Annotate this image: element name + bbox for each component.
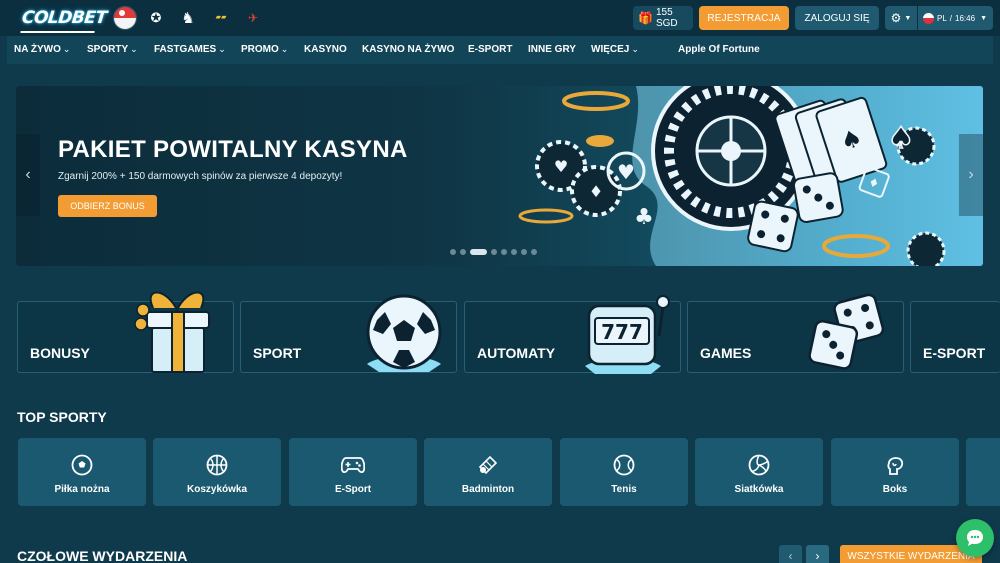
sport-tile-tennis[interactable]: Tenis xyxy=(560,438,688,506)
category-slots[interactable]: 777 AUTOMATY xyxy=(464,295,681,374)
nav-item-casino[interactable]: KASYNO xyxy=(304,44,347,55)
nav-item-more[interactable]: WIĘCEJ ⌄ xyxy=(591,44,639,55)
shuttlecock-icon xyxy=(476,453,500,477)
poland-flag-icon xyxy=(923,12,934,24)
carousel-dot[interactable] xyxy=(470,249,487,255)
svg-text:♦: ♦ xyxy=(589,182,603,201)
login-button[interactable]: ZALOGUJ SIĘ xyxy=(795,6,879,30)
nav-item-live-casino[interactable]: KASYNO NA ŻYWO xyxy=(362,44,454,55)
category-sport[interactable]: SPORT xyxy=(240,294,457,373)
svg-text:♠: ♠ xyxy=(888,121,915,156)
main-nav: NA ŻYWO ⌄ SPORTY ⌄ FASTGAMES ⌄ PROMO ⌄ KASYN… xyxy=(7,36,993,64)
carousel-dots xyxy=(450,249,537,255)
nav-item-apple-of-fortune[interactable]: Apple Of Fortune xyxy=(666,44,760,55)
claim-bonus-button[interactable]: ODBIERZ BONUS xyxy=(58,195,157,217)
top-sports-title: TOP SPORTY xyxy=(17,409,107,425)
top-bar: COLDBET ✪ ♞ ▰▰ ✈ 🎁 155 SGD REJESTRACJA Z… xyxy=(0,0,1000,36)
crash-game-icon[interactable]: ▰▰ xyxy=(208,7,234,29)
sport-tile-esport[interactable]: E-Sport xyxy=(289,438,417,506)
carousel-dot[interactable] xyxy=(511,249,517,255)
chevron-left-icon: ‹ xyxy=(788,549,793,563)
chevron-down-icon: ⌄ xyxy=(218,44,226,54)
category-games[interactable]: GAMES xyxy=(687,293,904,373)
category-esport[interactable]: E-SPORT xyxy=(910,301,1000,373)
sport-tile-soccer[interactable]: Piłka nożna xyxy=(18,438,146,506)
hero-prev-button[interactable]: ‹ xyxy=(16,134,40,216)
nav-item-other-games[interactable]: INNE GRY xyxy=(528,44,576,55)
top-events-title: CZOŁOWE WYDARZENIA xyxy=(17,548,188,563)
category-label: E-SPORT xyxy=(923,345,986,361)
chevron-down-icon: ⌄ xyxy=(280,44,289,54)
dice-icon xyxy=(808,293,885,370)
events-next-button[interactable]: › xyxy=(806,545,829,563)
hero-next-button[interactable]: › xyxy=(959,134,983,216)
carousel-dot[interactable] xyxy=(450,249,456,255)
chevron-right-icon: › xyxy=(968,166,974,183)
language-selector[interactable]: PL / 16:46 ▼ xyxy=(918,6,993,30)
balance-value: 155 SGD xyxy=(655,7,678,29)
nav-item-promo[interactable]: PROMO ⌄ xyxy=(241,44,288,55)
nav-item-live[interactable]: NA ŻYWO ⌄ xyxy=(14,44,70,55)
boxing-glove-icon xyxy=(883,453,907,477)
carousel-dot[interactable] xyxy=(531,249,537,255)
hero-subtitle: Zgarnij 200% + 150 darmowych spinów za p… xyxy=(58,171,343,182)
gift-icon xyxy=(134,291,210,373)
category-label: GAMES xyxy=(700,345,752,361)
svg-text:♣: ♣ xyxy=(634,205,654,230)
hero-banner[interactable]: ♥ ♦ ♥ ♣ ♠ ♠ ♦ ‹ › PAKIET POWITALNY KASYN… xyxy=(16,86,983,266)
events-prev-button[interactable]: ‹ xyxy=(779,545,802,563)
balance-display[interactable]: 🎁 155 SGD xyxy=(633,6,693,30)
plane-icon[interactable]: ✈ xyxy=(243,7,263,29)
category-label: AUTOMATY xyxy=(477,345,556,361)
register-button[interactable]: REJESTRACJA xyxy=(699,6,789,30)
singapore-flag-icon[interactable] xyxy=(113,6,137,30)
gear-icon: ⚙ xyxy=(890,11,902,25)
sport-tile-badminton[interactable]: Badminton xyxy=(424,438,552,506)
carousel-dot[interactable] xyxy=(521,249,527,255)
chat-button[interactable] xyxy=(956,519,994,557)
chevron-down-icon: ⌄ xyxy=(130,44,138,54)
premier-league-icon[interactable]: ♞ xyxy=(177,7,199,29)
sport-tile-basketball[interactable]: Koszykówka xyxy=(153,438,281,506)
carousel-dot[interactable] xyxy=(501,249,507,255)
svg-text:777: 777 xyxy=(601,320,643,344)
basketball-icon xyxy=(205,453,229,477)
chevron-down-icon: ▼ xyxy=(904,14,912,22)
champions-league-icon[interactable]: ✪ xyxy=(146,7,166,29)
nav-item-fastgames[interactable]: FASTGAMES ⌄ xyxy=(154,44,226,55)
chat-bubble-icon xyxy=(967,530,983,546)
category-bonuses[interactable]: BONUSY xyxy=(17,291,234,373)
gamepad-icon xyxy=(341,453,365,477)
sport-tile-more[interactable] xyxy=(966,438,1000,506)
chevron-right-icon: › xyxy=(815,549,820,563)
carousel-dot[interactable] xyxy=(460,249,466,255)
category-label: SPORT xyxy=(253,345,302,361)
svg-text:♥: ♥ xyxy=(617,160,635,184)
logo[interactable]: COLDBET xyxy=(20,3,108,33)
carousel-dot[interactable] xyxy=(491,249,497,255)
chevron-down-icon: ⌄ xyxy=(62,44,71,54)
hero-title: PAKIET POWITALNY KASYNA xyxy=(58,136,408,163)
volleyball-icon xyxy=(747,453,771,477)
category-label: BONUSY xyxy=(30,345,90,361)
gift-icon: 🎁 xyxy=(638,11,653,25)
nav-item-esport[interactable]: E-SPORT xyxy=(468,44,512,55)
svg-text:♥: ♥ xyxy=(554,157,568,176)
chevron-left-icon: ‹ xyxy=(25,166,31,183)
sport-tile-volleyball[interactable]: Siatkówka xyxy=(695,438,823,506)
slot-machine-icon: 777 xyxy=(585,295,670,374)
clock-time: 16:46 xyxy=(955,13,976,23)
tennis-ball-icon xyxy=(612,453,636,477)
chevron-down-icon: ▼ xyxy=(980,14,987,22)
chevron-down-icon: ⌄ xyxy=(631,44,639,54)
sport-tile-boxing[interactable]: Boks xyxy=(831,438,959,506)
soccer-ball-icon xyxy=(366,294,442,372)
settings-button[interactable]: ⚙ ▼ xyxy=(885,6,917,30)
casino-illustration: ♥ ♦ ♥ ♣ ♠ ♠ ♦ xyxy=(518,86,983,266)
soccer-icon xyxy=(70,453,94,477)
nav-item-sports[interactable]: SPORTY ⌄ xyxy=(87,44,138,55)
language-code: PL xyxy=(937,13,947,23)
